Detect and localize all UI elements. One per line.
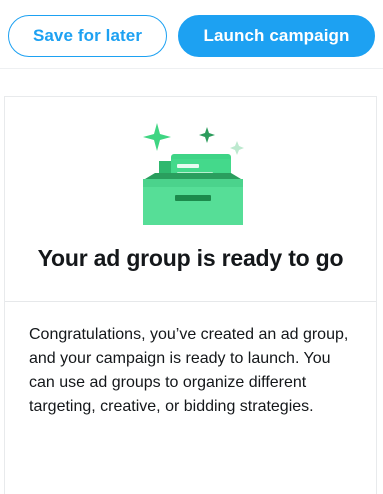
card-description: Congratulations, you’ve created an ad gr…	[29, 326, 349, 415]
card-header: Your ad group is ready to go	[5, 97, 376, 302]
save-for-later-button[interactable]: Save for later	[8, 15, 167, 57]
inbox-tray-sparkles-icon	[133, 117, 253, 227]
action-toolbar: Save for later Launch campaign	[0, 0, 383, 69]
card-headline: Your ad group is ready to go	[37, 245, 344, 271]
page: Save for later Launch campaign Your ad g…	[0, 0, 383, 494]
launch-campaign-button[interactable]: Launch campaign	[178, 15, 375, 57]
ad-group-ready-card: Your ad group is ready to go Congratulat…	[4, 96, 377, 494]
